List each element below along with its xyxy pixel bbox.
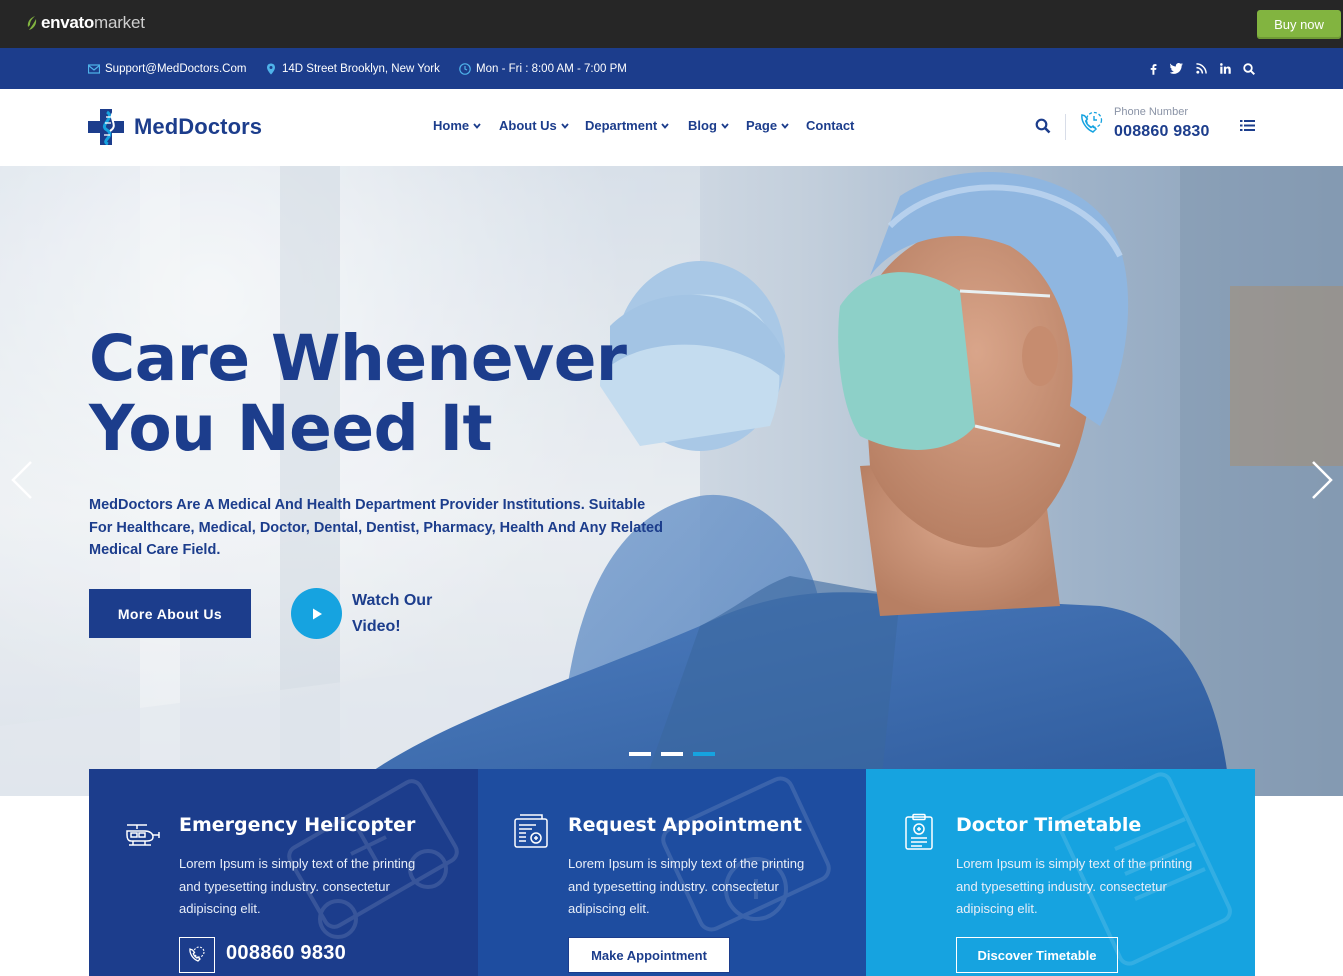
hero-surgeons-image [0, 166, 1343, 796]
hero-title-line-2: You Need It [89, 392, 493, 465]
envato-bar: envato market Buy now [0, 0, 1343, 48]
slider-dot-1[interactable] [629, 752, 651, 756]
feature-request-appointment: Request Appointment Lorem Ipsum is simpl… [478, 769, 866, 976]
chevron-down-icon [721, 122, 729, 129]
hero-title: Care Whenever You Need It [89, 324, 627, 464]
discover-timetable-button[interactable]: Discover Timetable [956, 937, 1118, 973]
slider-dot-2[interactable] [661, 752, 683, 756]
logo-cross-dna-icon [88, 109, 124, 145]
map-pin-icon [267, 63, 275, 74]
site-header: MedDoctors Home About Us Department Blog… [0, 89, 1343, 166]
envato-logo-brand: envato [41, 13, 94, 32]
menu-list-icon[interactable] [1240, 119, 1255, 132]
nav-page-label: Page [746, 118, 778, 133]
envato-logo[interactable]: envato market [26, 13, 145, 33]
nav-about-us[interactable]: About Us [499, 118, 569, 133]
feature-doctor-timetable: Doctor Timetable Lorem Ipsum is simply t… [866, 769, 1255, 976]
nav-department-label: Department [585, 118, 658, 133]
more-about-us-button[interactable]: More About Us [89, 589, 251, 638]
phone-support-icon [189, 946, 205, 962]
feature-phone-box [179, 937, 215, 973]
timetable-icon [905, 813, 933, 850]
feature-title: Emergency Helicopter [179, 814, 416, 836]
feature-emergency-helicopter: Emergency Helicopter Lorem Ipsum is simp… [89, 769, 478, 976]
hours-info: Mon - Fri : 8:00 AM - 7:00 PM [459, 48, 627, 89]
topbar-search-icon[interactable] [1241, 48, 1257, 89]
email-info[interactable]: Support@MedDoctors.Com [88, 48, 246, 89]
chevron-down-icon [561, 122, 569, 129]
make-appointment-button[interactable]: Make Appointment [568, 937, 730, 973]
chevron-down-icon [473, 122, 481, 129]
feature-title: Doctor Timetable [956, 814, 1142, 836]
chevron-down-icon [781, 122, 789, 129]
clock-icon [459, 62, 471, 75]
logo-text: MedDoctors [134, 114, 263, 139]
feature-text: Lorem Ipsum is simply text of the printi… [568, 856, 805, 916]
slider-prev-arrow-icon[interactable] [10, 460, 34, 500]
hero-description: MedDoctors Are A Medical And Health Depa… [89, 497, 663, 558]
linkedin-icon[interactable] [1217, 48, 1233, 89]
hero-slider: Care Whenever You Need It MedDoctors Are… [0, 166, 1343, 796]
play-video-button[interactable] [291, 588, 342, 639]
watch-video-line-2: Video! [352, 618, 401, 635]
phone-label: Phone Number [1114, 106, 1188, 118]
appointment-icon [514, 814, 548, 848]
watch-video-line-1: Watch Our [352, 592, 433, 609]
feature-text: Lorem Ipsum is simply text of the printi… [179, 856, 416, 916]
top-info-bar: Support@MedDoctors.Com 14D Street Brookl… [0, 48, 1343, 89]
watch-video-link[interactable]: Watch Our Video! [352, 588, 452, 640]
envelope-icon [88, 63, 100, 74]
email-text: Support@MedDoctors.Com [105, 62, 247, 75]
rss-icon[interactable] [1193, 48, 1209, 89]
feature-phone-number[interactable]: 008860 9830 [226, 942, 346, 965]
nav-blog[interactable]: Blog [688, 118, 729, 133]
nav-page[interactable]: Page [746, 118, 789, 133]
nav-home-label: Home [433, 118, 470, 133]
nav-blog-label: Blog [688, 118, 717, 133]
phone-number[interactable]: 008860 9830 [1114, 123, 1210, 141]
facebook-icon[interactable] [1145, 48, 1161, 89]
nav-about-us-label: About Us [499, 118, 557, 133]
address-text: 14D Street Brooklyn, New York [282, 62, 440, 75]
site-logo[interactable]: MedDoctors [88, 109, 262, 145]
header-search-icon[interactable] [1035, 118, 1051, 134]
buy-now-button[interactable]: Buy now [1257, 10, 1341, 39]
feature-title: Request Appointment [568, 814, 802, 836]
hero-title-line-1: Care Whenever [89, 322, 627, 395]
play-icon [312, 608, 322, 619]
phone-support-icon [1081, 111, 1103, 133]
slider-dot-3[interactable] [693, 752, 715, 756]
nav-contact-label: Contact [806, 118, 855, 133]
twitter-icon[interactable] [1168, 48, 1184, 89]
envato-leaf-icon [27, 16, 37, 30]
nav-home[interactable]: Home [433, 118, 481, 133]
nav-department[interactable]: Department [585, 118, 669, 133]
hours-text: Mon - Fri : 8:00 AM - 7:00 PM [476, 62, 627, 75]
feature-text: Lorem Ipsum is simply text of the printi… [956, 856, 1193, 916]
header-divider [1065, 114, 1066, 140]
nav-contact[interactable]: Contact [806, 118, 854, 133]
envato-logo-market: market [94, 13, 145, 32]
chevron-down-icon [661, 122, 669, 129]
helicopter-icon [126, 824, 160, 846]
address-info: 14D Street Brooklyn, New York [265, 48, 440, 89]
slider-next-arrow-icon[interactable] [1310, 460, 1334, 500]
